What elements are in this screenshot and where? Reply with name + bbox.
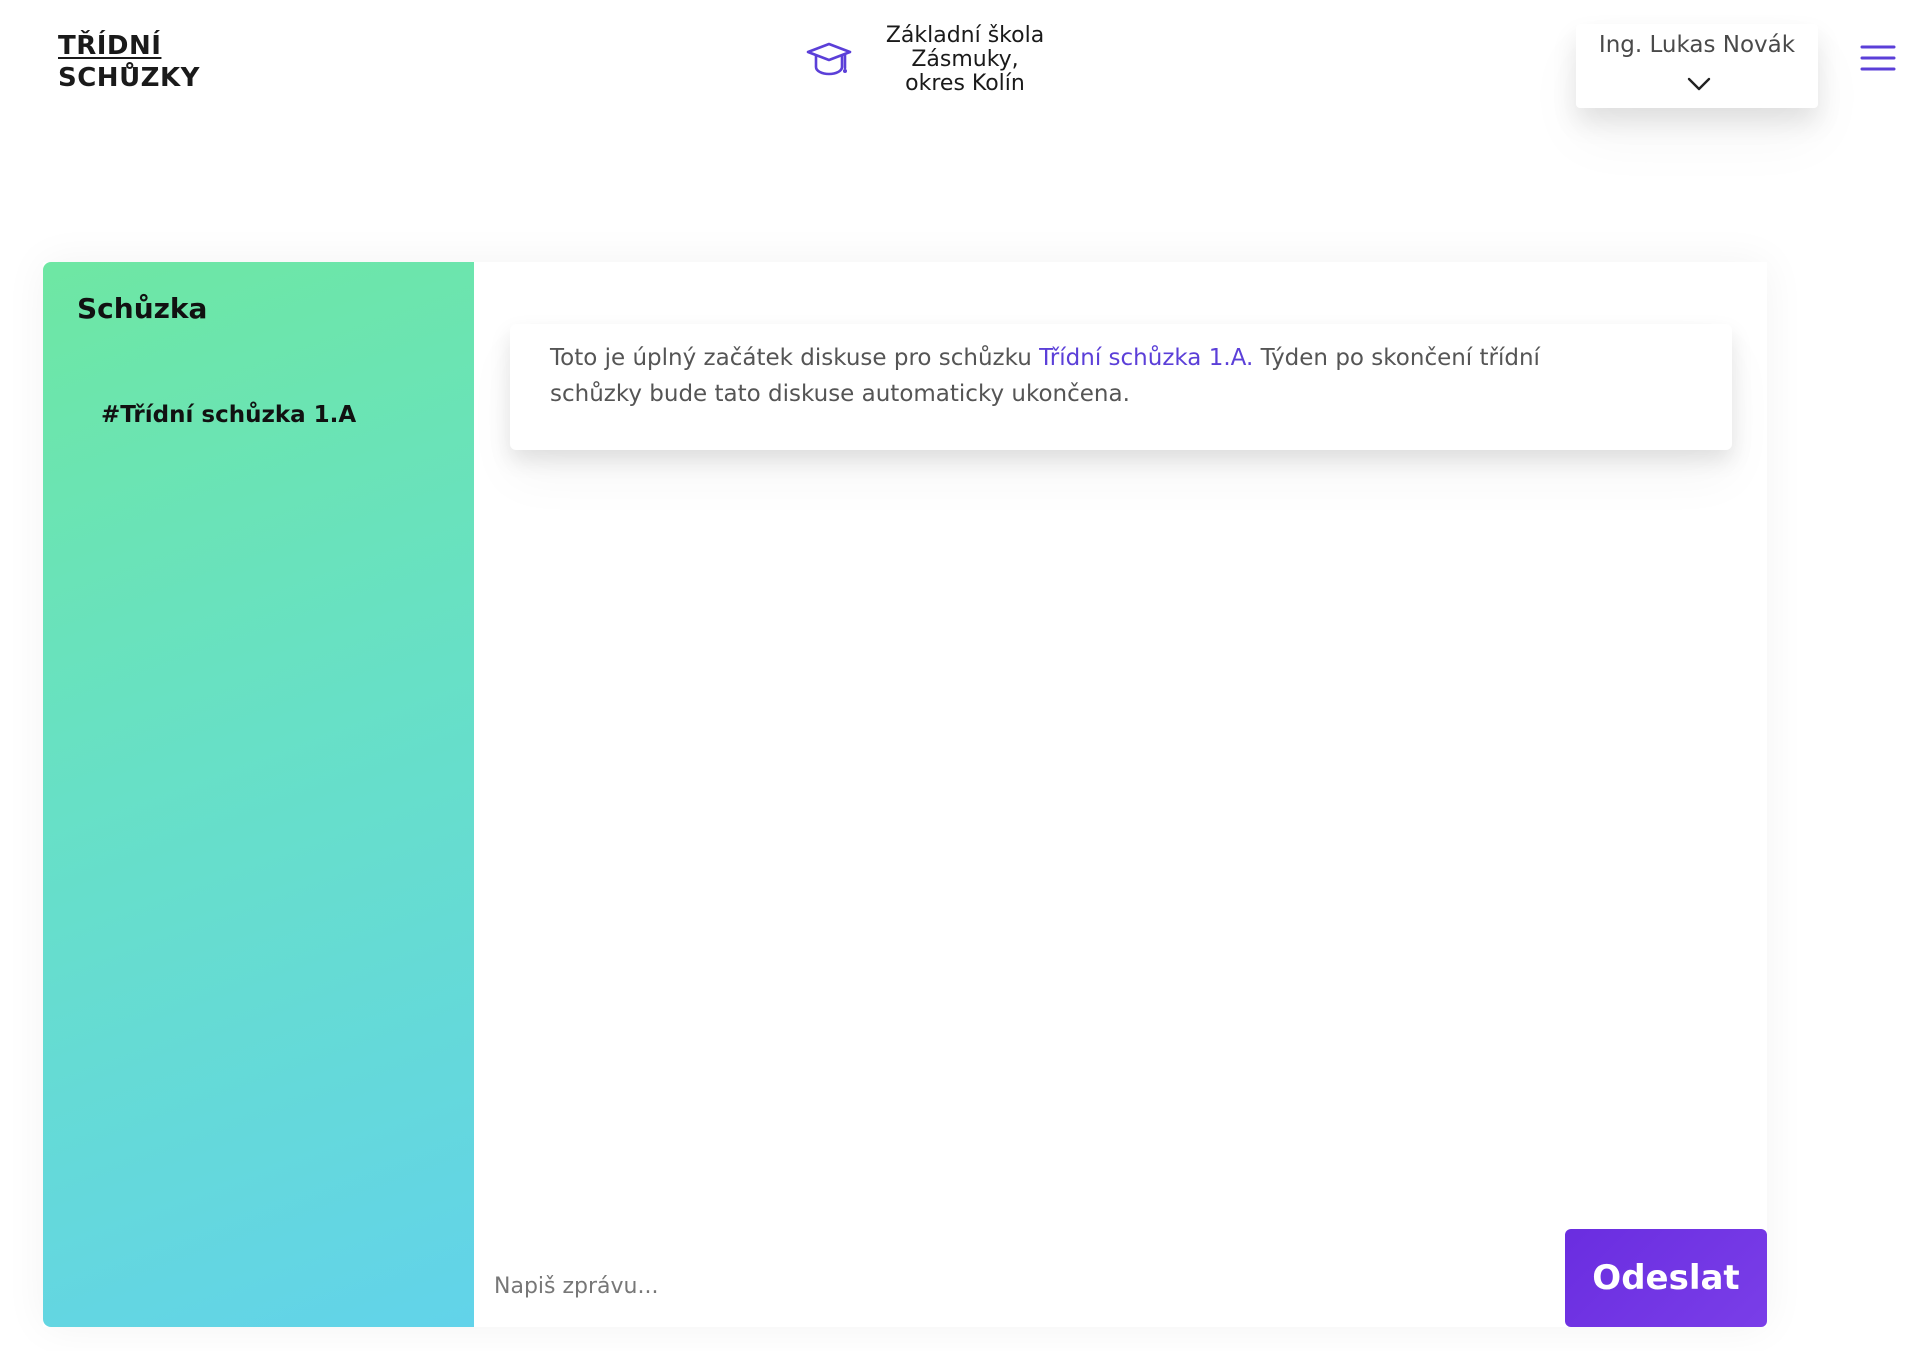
user-name: Ing. Lukas Novák bbox=[1598, 32, 1796, 58]
message-input[interactable] bbox=[492, 1257, 1536, 1315]
chevron-down-icon bbox=[1687, 76, 1711, 91]
hamburger-menu-icon[interactable] bbox=[1860, 44, 1896, 72]
app-logo[interactable]: TŘÍDNÍ SCHŮZKY bbox=[58, 30, 200, 94]
intro-prefix: Toto je úplný začátek diskuse pro schůzk… bbox=[550, 345, 1040, 371]
logo-line-2: SCHŮZKY bbox=[58, 63, 201, 93]
meeting-sidebar: Schůzka #Třídní schůzka 1.A bbox=[43, 262, 474, 1327]
school-name: Základní škola Zásmuky, okres Kolín bbox=[885, 23, 1045, 96]
graduation-cap-icon bbox=[805, 40, 853, 84]
intro-message: Toto je úplný začátek diskuse pro schůzk… bbox=[550, 340, 1630, 412]
intro-message-card: Toto je úplný začátek diskuse pro schůzk… bbox=[510, 324, 1732, 450]
chat-panel: Schůzka #Třídní schůzka 1.A Toto je úpln… bbox=[43, 262, 1767, 1327]
send-button[interactable]: Odeslat bbox=[1565, 1229, 1767, 1327]
conversation-area: Toto je úplný začátek diskuse pro schůzk… bbox=[474, 262, 1767, 1327]
top-header: TŘÍDNÍ SCHŮZKY Základní škola Zásmuky, o… bbox=[0, 0, 1920, 190]
message-composer: Odeslat bbox=[474, 1229, 1767, 1327]
user-menu-dropdown[interactable]: Ing. Lukas Novák bbox=[1576, 24, 1818, 108]
meeting-link[interactable]: Třídní schůzka 1.A. bbox=[1039, 345, 1253, 371]
sidebar-title: Schůzka bbox=[77, 292, 208, 325]
school-info: Základní škola Zásmuky, okres Kolín bbox=[805, 22, 1085, 102]
sidebar-item-channel[interactable]: #Třídní schůzka 1.A bbox=[101, 402, 356, 428]
logo-line-1: TŘÍDNÍ bbox=[58, 31, 162, 61]
